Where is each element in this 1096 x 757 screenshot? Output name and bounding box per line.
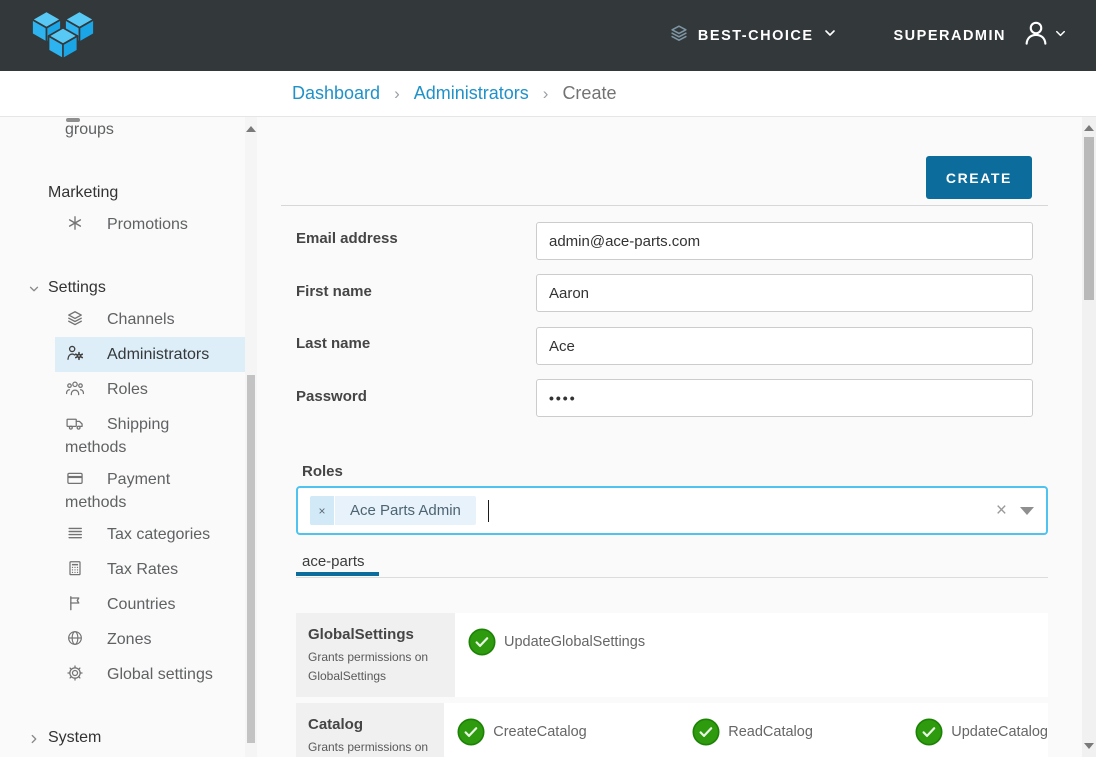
- tab-bar-divider: [296, 577, 1048, 578]
- sidebar-section-marketing: Marketing: [48, 182, 118, 204]
- breadcrumb-separator: ›: [543, 84, 549, 104]
- toggle-checked-icon[interactable]: [915, 718, 943, 746]
- permission-row-title: Catalog: [308, 716, 432, 733]
- scroll-up-arrow-icon[interactable]: [246, 126, 256, 132]
- create-administrator-form: CREATE Email address First name Last nam…: [257, 117, 1082, 757]
- last-name-field[interactable]: [536, 327, 1033, 365]
- sidebar-item-channels[interactable]: Channels: [55, 302, 245, 337]
- permission-row-description: Grants permissions on GlobalSettings: [308, 648, 443, 686]
- sidebar-item-countries[interactable]: Countries: [55, 587, 245, 622]
- user-menu[interactable]: SUPERADMIN: [894, 18, 1068, 53]
- sidebar-item-zones[interactable]: Zones: [55, 622, 245, 657]
- permission-row-toggles: UpdateGlobalSettings: [455, 613, 1048, 697]
- breadcrumb-administrators[interactable]: Administrators: [414, 83, 529, 104]
- sidebar-nav: groups Marketing Promotions Settings Cha…: [0, 117, 257, 757]
- user-name: SUPERADMIN: [894, 28, 1006, 44]
- permission-item: CreateCatalog: [457, 717, 692, 747]
- roles-users-icon: [65, 378, 85, 398]
- vendure-cubes-logo-icon[interactable]: [30, 7, 96, 70]
- chevron-down-icon: [822, 25, 838, 46]
- permission-row-header: GlobalSettings Grants permissions on Glo…: [296, 613, 455, 697]
- breadcrumb-separator: ›: [394, 84, 400, 104]
- sidebar-item-roles[interactable]: Roles: [55, 372, 245, 407]
- scroll-down-arrow-icon[interactable]: [1084, 743, 1094, 749]
- permission-row-toggles: CreateCatalog ReadCatalog UpdateCatalog: [444, 703, 1048, 757]
- sidebar-section-system[interactable]: System: [48, 727, 101, 749]
- scroll-up-arrow-icon[interactable]: [1084, 125, 1094, 131]
- top-bar: BEST-CHOICE SUPERADMIN: [0, 0, 1096, 71]
- role-chip-label: Ace Parts Admin: [334, 496, 476, 525]
- header-divider: [281, 205, 1048, 206]
- administrator-user-gear-icon: [65, 343, 85, 363]
- global-settings-gear-icon: [65, 663, 85, 683]
- permission-label: ReadCatalog: [728, 724, 813, 740]
- breadcrumb-dashboard[interactable]: Dashboard: [292, 83, 380, 104]
- sidebar-item-tax-categories[interactable]: Tax categories: [55, 517, 245, 552]
- permission-row-title: GlobalSettings: [308, 626, 443, 643]
- permission-label: UpdateCatalog: [951, 724, 1048, 740]
- permission-row-catalog: Catalog Grants permissions on Products, …: [296, 703, 1048, 757]
- chevron-down-icon: [1053, 26, 1068, 46]
- admin-create-administrator-screen: BEST-CHOICE SUPERADMIN Dashboard ›: [0, 0, 1096, 757]
- breadcrumb-bar: Dashboard › Administrators › Create: [0, 71, 1096, 117]
- main-scrollbar-thumb[interactable]: [1084, 137, 1094, 300]
- sidebar-item-shipping-methods[interactable]: Shipping methods: [55, 407, 227, 465]
- tax-rates-calculator-icon: [65, 558, 85, 578]
- tab-ace-parts[interactable]: ace-parts: [296, 553, 379, 576]
- top-bar-right: BEST-CHOICE SUPERADMIN: [668, 0, 1068, 71]
- breadcrumb: Dashboard › Administrators › Create: [292, 71, 616, 116]
- promotions-asterisk-icon: [65, 213, 85, 233]
- channel-name: BEST-CHOICE: [698, 28, 814, 44]
- roles-select[interactable]: × Ace Parts Admin ×: [296, 486, 1048, 535]
- sidebar-item-global-settings[interactable]: Global settings: [55, 657, 245, 692]
- email-address-field[interactable]: [536, 222, 1033, 260]
- channel-switcher[interactable]: BEST-CHOICE: [668, 22, 838, 49]
- role-chip: × Ace Parts Admin: [310, 496, 476, 525]
- channels-layers-icon: [65, 308, 85, 328]
- main-scrollbar[interactable]: [1082, 117, 1096, 757]
- permission-row-globalsettings: GlobalSettings Grants permissions on Glo…: [296, 613, 1048, 697]
- sidebar-scrollbar[interactable]: [245, 117, 257, 757]
- roles-select-controls: ×: [996, 501, 1034, 520]
- permission-label: UpdateGlobalSettings: [504, 634, 645, 650]
- first-name-field[interactable]: [536, 274, 1033, 312]
- permission-item: UpdateCatalog: [915, 717, 1048, 747]
- sidebar-item-customer-groups-clipped[interactable]: groups: [65, 121, 114, 139]
- tax-categories-list-icon: [65, 523, 85, 543]
- chevron-down-icon: [27, 281, 41, 303]
- first-name-label: First name: [296, 283, 516, 300]
- chevron-right-icon: [27, 731, 41, 753]
- sidebar-section-settings[interactable]: Settings: [48, 277, 106, 299]
- password-label: Password: [296, 388, 516, 405]
- email-address-label: Email address: [296, 230, 516, 247]
- layers-icon: [668, 22, 690, 49]
- remove-role-icon[interactable]: ×: [310, 496, 334, 525]
- permission-item: ReadCatalog: [692, 717, 915, 747]
- toggle-checked-icon[interactable]: [457, 718, 485, 746]
- clear-selection-icon[interactable]: ×: [996, 501, 1007, 520]
- roles-label: Roles: [302, 463, 522, 480]
- countries-flag-icon: [65, 593, 85, 613]
- create-button[interactable]: CREATE: [926, 156, 1032, 199]
- zones-globe-icon: [65, 628, 85, 648]
- sidebar-item-payment-methods[interactable]: Payment methods: [55, 462, 227, 520]
- last-name-label: Last name: [296, 335, 516, 352]
- sidebar-item-administrators[interactable]: Administrators: [55, 337, 245, 372]
- sidebar-item-promotions[interactable]: Promotions: [55, 207, 245, 242]
- permission-row-header: Catalog Grants permissions on Products, …: [296, 703, 444, 757]
- breadcrumb-create: Create: [562, 83, 616, 104]
- permission-item: UpdateGlobalSettings: [468, 627, 703, 657]
- sidebar-item-tax-rates[interactable]: Tax Rates: [55, 552, 245, 587]
- user-icon: [1021, 18, 1051, 53]
- caret-down-icon[interactable]: [1020, 507, 1034, 515]
- password-field[interactable]: [536, 379, 1033, 417]
- shipping-truck-icon: [65, 413, 85, 433]
- toggle-checked-icon[interactable]: [692, 718, 720, 746]
- sidebar-scrollbar-thumb[interactable]: [247, 375, 255, 743]
- toggle-checked-icon[interactable]: [468, 628, 496, 656]
- permission-label: CreateCatalog: [493, 724, 587, 740]
- text-cursor: [488, 500, 490, 522]
- permission-row-description: Grants permissions on Products, Facets: [308, 738, 432, 757]
- payment-card-icon: [65, 468, 85, 488]
